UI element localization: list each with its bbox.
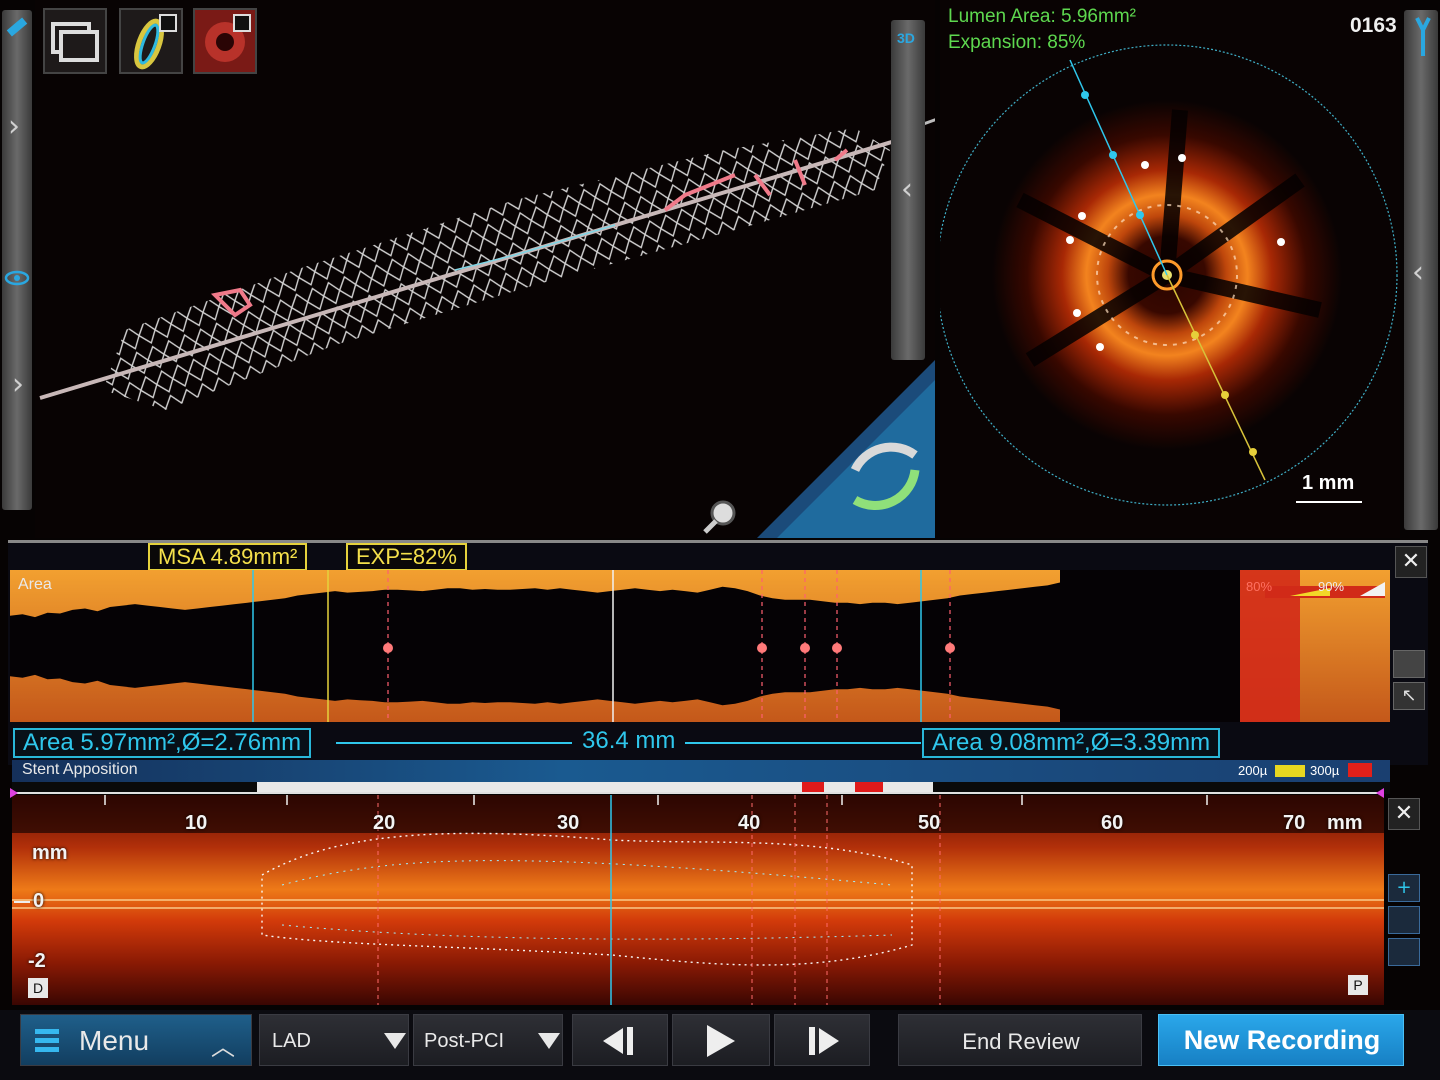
legend-300-swatch (1348, 763, 1372, 777)
play-icon (707, 1025, 735, 1057)
probe-icon[interactable] (1413, 14, 1433, 58)
tick-60: 60 (1101, 812, 1124, 834)
chevron-left-icon[interactable]: ‹ (901, 175, 913, 205)
distance-label: 36.4 mm (572, 728, 686, 754)
tick-30: 30 (557, 812, 580, 834)
stent-3d-view[interactable] (35, 0, 935, 538)
phase-select[interactable]: Post-PCI (413, 1014, 563, 1066)
end-review-button[interactable]: End Review (898, 1014, 1142, 1066)
strip-texture-button[interactable] (1393, 650, 1425, 678)
scale-bar-label: 1 mm (1302, 472, 1355, 494)
legend-300: 300µ (1310, 763, 1340, 778)
view-3d-toggle[interactable]: 3D (897, 30, 915, 46)
play-button[interactable] (672, 1014, 770, 1066)
stent-3d-render[interactable] (35, 0, 935, 538)
depth-unit-mm: mm (32, 842, 68, 864)
stent-apposition-bar[interactable] (12, 760, 1390, 782)
axis-unit-mm: mm (1327, 812, 1363, 834)
close-longitudinal-button[interactable]: ✕ (1388, 798, 1420, 830)
add-marker-button[interactable]: + (1388, 874, 1420, 902)
step-back-icon (603, 1027, 633, 1055)
tick-20: 20 (373, 812, 396, 834)
step-forward-icon (809, 1027, 839, 1055)
depth-zero-tick (14, 901, 30, 903)
end-review-label: End Review (962, 1029, 1080, 1054)
phase-value: Post-PCI (424, 1030, 505, 1052)
proximal-marker[interactable]: P (1348, 975, 1368, 995)
tick-40: 40 (738, 812, 761, 834)
depth-zero-label: 0 (33, 890, 45, 912)
eye-icon[interactable] (4, 268, 30, 288)
stent-apposition-title: Stent Apposition (22, 761, 138, 778)
area-strip-title: Area (18, 576, 52, 593)
marker-tool-button[interactable] (1388, 906, 1420, 934)
tick-50: 50 (918, 812, 941, 834)
axis-marker-right (1376, 788, 1384, 798)
legend-200: 200µ (1238, 763, 1268, 778)
legend-200-swatch (1275, 765, 1305, 777)
cross-section-image (940, 44, 1398, 506)
vessel-value: LAD (272, 1030, 311, 1052)
distal-reference-label: Area 9.08mm²,Ø=3.39mm (922, 728, 1221, 758)
proximal-reference-label: Area 5.97mm²,Ø=2.76mm (13, 728, 312, 758)
axis-marker-left (10, 788, 18, 798)
frame-number: 0163 (1350, 14, 1397, 37)
marker-tool-button[interactable] (1388, 938, 1420, 966)
chevron-up-icon: ︿ (211, 1034, 235, 1061)
menu-button[interactable]: Menu ︿ (20, 1014, 252, 1066)
chevron-down-icon (384, 1033, 406, 1049)
step-forward-button[interactable] (774, 1014, 870, 1066)
legend-80: 80% (1246, 579, 1273, 594)
distal-marker[interactable]: D (28, 978, 48, 998)
vessel-select[interactable]: LAD (259, 1014, 409, 1066)
left-side-rail[interactable] (2, 10, 32, 510)
tick-10: 10 (185, 812, 208, 834)
tick-70: 70 (1283, 812, 1306, 834)
area-profile-chart[interactable] (10, 570, 1390, 722)
chevron-down-icon (538, 1033, 560, 1049)
close-area-strip-button[interactable]: ✕ (1395, 546, 1427, 578)
chevron-right-icon[interactable]: › (12, 370, 24, 400)
view-3d-label: 3D (897, 30, 915, 46)
new-recording-label: New Recording (1183, 1025, 1381, 1055)
new-recording-button[interactable]: New Recording (1158, 1014, 1404, 1066)
exp-label: EXP=82% (346, 543, 467, 571)
lumen-area-readout: Lumen Area: 5.96mm² (948, 6, 1136, 27)
expansion-readout: Expansion: 85% (948, 32, 1086, 53)
depth-neg2-label: -2 (28, 950, 46, 972)
msa-label: MSA 4.89mm² (148, 543, 308, 571)
magnifier-icon[interactable] (703, 500, 736, 534)
menu-label: Menu (79, 1025, 150, 1056)
chevron-right-icon[interactable]: › (8, 112, 20, 142)
longitudinal-view[interactable] (12, 795, 1384, 1005)
longitudinal-top-axis (12, 792, 1384, 794)
cross-section-view[interactable]: Lumen Area: 5.96mm² Expansion: 85% 0163 … (940, 0, 1400, 538)
strip-arrow-button[interactable]: ↖ (1393, 682, 1425, 710)
step-back-button[interactable] (572, 1014, 668, 1066)
menu-list-icon (35, 1029, 59, 1053)
legend-90: 90% (1318, 579, 1345, 594)
chevron-left-icon[interactable]: ‹ (1412, 258, 1424, 288)
ruler-icon[interactable] (4, 14, 30, 40)
